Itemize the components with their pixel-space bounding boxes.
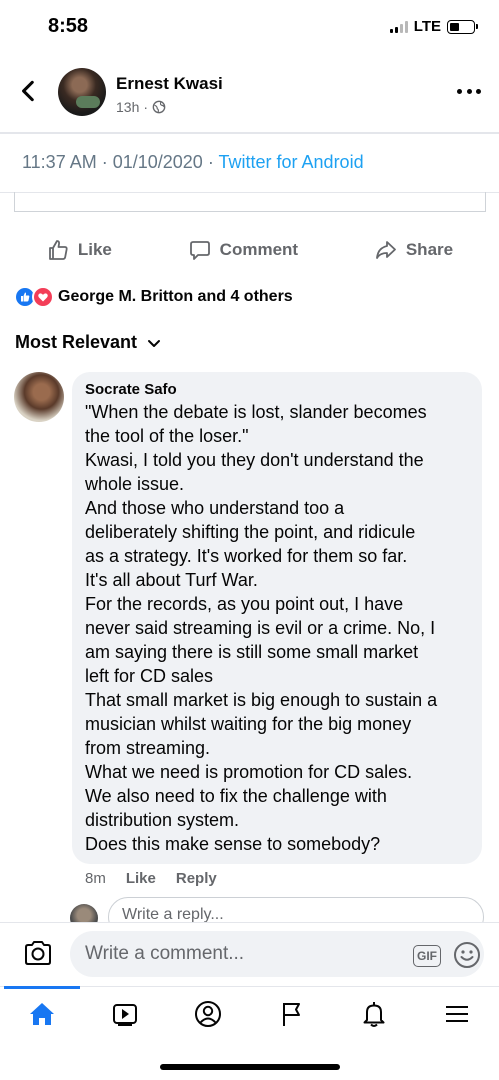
comment-text-line: as a strategy. It's worked for them so f…	[85, 546, 408, 566]
like-button[interactable]: Like	[46, 238, 112, 262]
network-type: LTE	[413, 18, 441, 35]
reply-row: Write a reply...	[0, 896, 499, 922]
comment-text-line: left for CD sales	[85, 666, 214, 686]
like-label: Like	[77, 240, 112, 259]
comment-input-placeholder: Write a comment...	[85, 943, 245, 964]
tweet-date: 01/10/2020	[112, 152, 203, 172]
tweet-source-link[interactable]: Twitter for Android	[219, 152, 364, 172]
author-name[interactable]: Ernest Kwasi	[116, 74, 223, 94]
menu-icon	[446, 1005, 469, 1022]
comment-text-line: whole issue.	[85, 474, 185, 494]
status-time: 8:58	[48, 15, 89, 37]
comment-time: 8m	[85, 870, 106, 887]
notifications-bell-icon	[363, 1001, 385, 1027]
more-dot	[476, 88, 481, 94]
comment-body: "When the debate is lost, slander become…	[85, 400, 470, 856]
post-header: Ernest Kwasi 13h ·	[0, 56, 499, 130]
comment-meta: 8m Like Reply	[85, 870, 217, 887]
comment-text-line: distribution system.	[85, 810, 240, 830]
love-reaction-icon	[32, 286, 54, 308]
chevron-down-icon	[148, 339, 161, 347]
sort-label: Most Relevant	[15, 332, 138, 352]
video-icon	[112, 1003, 137, 1026]
comment-text-line: the tool of the loser."	[85, 426, 249, 446]
nav-home[interactable]	[0, 986, 83, 1040]
commenter-avatar[interactable]	[14, 372, 64, 422]
globe-icon	[152, 100, 166, 114]
reply-input[interactable]: Write a reply...	[108, 897, 484, 922]
bottom-navigation	[0, 986, 499, 1040]
nav-pages[interactable]	[250, 987, 333, 1040]
comment-text-line: That small market is big enough to susta…	[85, 690, 438, 710]
comment-text-line: Does this make sense to somebody?	[85, 834, 381, 854]
comment-composer: Write a comment... GIF	[0, 922, 499, 986]
home-indicator	[160, 1064, 340, 1070]
status-indicators: LTE	[389, 18, 478, 35]
comment-text-line: musician whilst waiting for the big mone…	[85, 714, 412, 734]
comment-sort-dropdown[interactable]: Most Relevant	[15, 332, 161, 353]
share-button[interactable]: Share	[374, 238, 453, 262]
comment-text-line: from streaming.	[85, 738, 211, 758]
comment-text-line: am saying there is still some small mark…	[85, 642, 419, 662]
reactions-summary[interactable]: George M. Britton and 4 others	[14, 286, 293, 308]
status-bar: 8:58 LTE	[0, 0, 499, 56]
smiley-icon[interactable]	[453, 941, 481, 969]
tweet-sep2: ·	[207, 152, 219, 172]
comment-text-line: For the records, as you point out, I hav…	[85, 594, 404, 614]
comment-text-line: never said streaming is evil or a crime.…	[85, 618, 436, 638]
reactors-text: George M. Britton and 4 others	[58, 288, 293, 305]
tweet-embed-frame	[14, 192, 486, 212]
author-avatar[interactable]	[58, 68, 106, 116]
reply-avatar	[70, 904, 98, 922]
post-age[interactable]: 13h	[116, 99, 139, 115]
share-arrow-icon	[375, 241, 396, 259]
nav-notifications[interactable]	[333, 987, 416, 1040]
tweet-sep: ·	[101, 152, 113, 172]
profile-icon	[194, 1000, 221, 1027]
comment-text-line: "When the debate is lost, slander become…	[85, 402, 427, 422]
home-icon	[29, 1002, 54, 1025]
comment-label: Comment	[219, 240, 299, 259]
speech-bubble-icon	[189, 241, 210, 260]
more-dot	[457, 88, 462, 94]
share-label: Share	[405, 240, 454, 259]
comment-text-line: What we need is promotion for CD sales.	[85, 762, 413, 782]
tweet-time: 11:37 AM	[22, 152, 97, 172]
comment-button[interactable]: Comment	[188, 238, 298, 262]
gif-button[interactable]: GIF	[413, 945, 441, 967]
comment-bubble: Socrate Safo "When the debate is lost, s…	[72, 372, 482, 864]
meta-separator: ·	[143, 99, 149, 115]
more-dot	[466, 88, 472, 94]
commenter-name[interactable]: Socrate Safo	[85, 381, 470, 398]
comment-like-button[interactable]: Like	[126, 870, 156, 887]
comment-text-line: Kwasi, I told you they don't understand …	[85, 450, 424, 470]
pages-flag-icon	[283, 1002, 301, 1026]
signal-icon	[389, 20, 408, 33]
nav-video[interactable]	[83, 987, 166, 1040]
thumbs-up-icon	[48, 240, 68, 260]
battery-icon	[447, 19, 478, 34]
header-divider	[0, 132, 499, 134]
comment-text-line: It's all about Turf War.	[85, 570, 258, 590]
nav-menu[interactable]	[416, 987, 499, 1040]
comment-reply-button[interactable]: Reply	[176, 870, 217, 887]
comment-text-line: And those who understand too a	[85, 498, 345, 518]
tweet-timestamp: 11:37 AM · 01/10/2020 · Twitter for Andr…	[22, 152, 364, 173]
more-options-button[interactable]	[457, 86, 481, 96]
post-meta: 13h ·	[116, 99, 166, 115]
post-actions: Like Comment Share	[0, 228, 499, 272]
nav-profile[interactable]	[166, 987, 249, 1040]
chevron-left-icon[interactable]	[16, 78, 42, 104]
comment-text-line: We also need to fix the challenge with	[85, 786, 387, 806]
camera-icon[interactable]	[22, 937, 54, 969]
comment-text-line: deliberately shifting the point, and rid…	[85, 522, 416, 542]
